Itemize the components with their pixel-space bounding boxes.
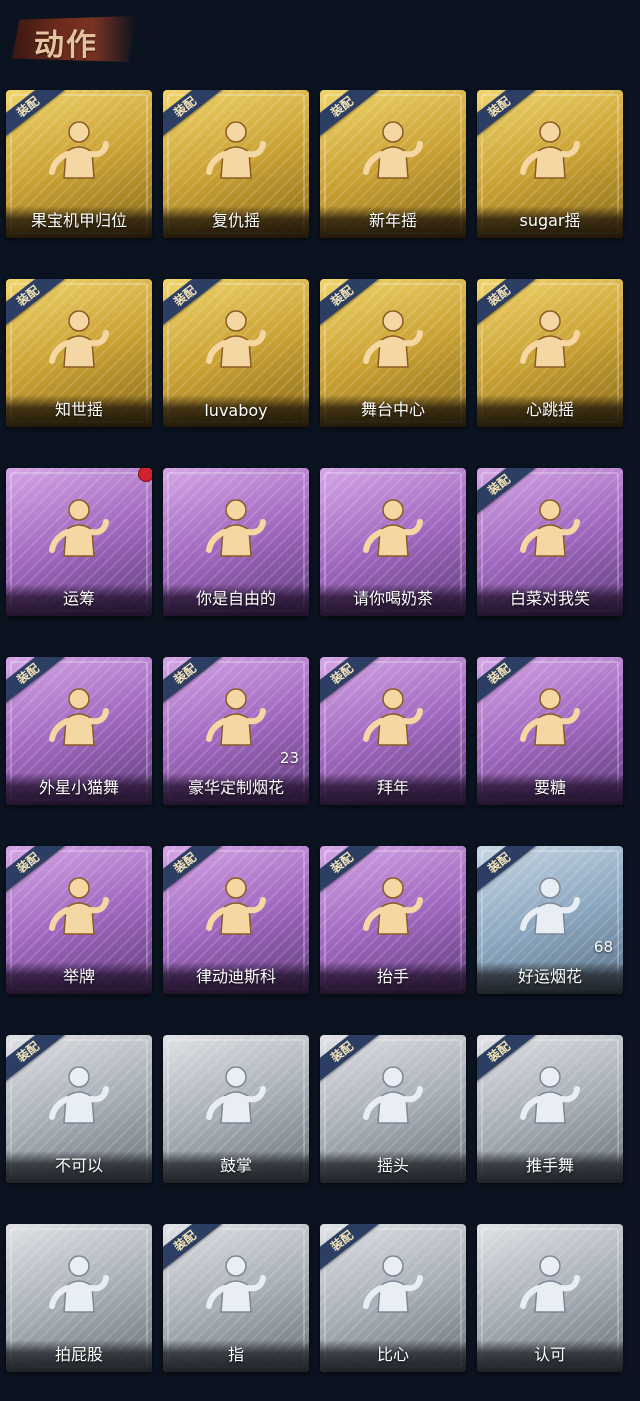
- item-count: 23: [279, 749, 299, 767]
- emote-label: 白菜对我笑: [509, 589, 590, 608]
- disco-icon: [206, 877, 266, 935]
- emote-label: 好运烟花: [517, 967, 582, 986]
- emote-label: 不可以: [54, 1156, 103, 1175]
- music-dance-icon: [49, 310, 109, 368]
- emote-card[interactable]: 律动迪斯科 装配: [163, 846, 309, 994]
- emote-card[interactable]: 要糖 装配: [477, 657, 623, 805]
- emote-card[interactable]: 请你喝奶茶: [320, 468, 466, 616]
- emote-label: 心跳摇: [525, 400, 574, 419]
- emote-card[interactable]: 抬手 装配: [320, 846, 466, 994]
- emote-card[interactable]: 推手舞 装配: [477, 1035, 623, 1183]
- emote-card[interactable]: 比心 装配: [320, 1224, 466, 1372]
- emote-card[interactable]: 白菜对我笑 装配: [477, 468, 623, 616]
- emote-card[interactable]: 认可: [477, 1224, 623, 1372]
- finger-heart-icon: [363, 1255, 423, 1313]
- emote-card[interactable]: 摇头 装配: [320, 1035, 466, 1183]
- hold-sign-icon: [49, 877, 109, 935]
- fireworks-icon: [206, 688, 266, 746]
- point-up-dance-icon: [206, 121, 266, 179]
- emote-card[interactable]: 运筹: [6, 468, 152, 616]
- emote-label: 豪华定制烟花: [187, 778, 284, 797]
- thumbs-up-icon: [520, 1255, 580, 1313]
- shake-head-icon: [363, 1066, 423, 1124]
- emote-card[interactable]: 心跳摇 装配: [477, 279, 623, 427]
- cabbage-smile-icon: [520, 499, 580, 557]
- strategist-fan-icon: [49, 499, 109, 557]
- emote-label: 摇头: [376, 1156, 409, 1175]
- emote-label: 拍屁股: [54, 1345, 103, 1364]
- item-count: 68: [593, 938, 613, 956]
- emote-label: luvaboy: [204, 401, 268, 420]
- cross-arm-dance-icon: [206, 310, 266, 368]
- emote-label: 抬手: [376, 967, 409, 986]
- emote-card[interactable]: 新年摇 装配: [320, 90, 466, 238]
- emote-card[interactable]: 拍屁股: [6, 1224, 152, 1372]
- emote-card[interactable]: 豪华定制烟花 装配 23: [163, 657, 309, 805]
- emote-label: 鼓掌: [219, 1156, 252, 1175]
- point-icon: [206, 1255, 266, 1313]
- emote-label: 指: [227, 1345, 244, 1364]
- emote-label: 请你喝奶茶: [352, 589, 433, 608]
- emote-label: 推手舞: [525, 1156, 574, 1175]
- wag-finger-icon: [49, 1066, 109, 1124]
- free-puppet-icon: [206, 499, 266, 557]
- emote-card[interactable]: 舞台中心 装配: [320, 279, 466, 427]
- emote-label: 律动迪斯科: [195, 967, 276, 986]
- emote-label: sugar摇: [519, 211, 581, 230]
- emote-label: 要糖: [533, 778, 566, 797]
- emote-label: 认可: [533, 1345, 566, 1364]
- notification-dot: [138, 468, 152, 482]
- milk-tea-sign-icon: [363, 499, 423, 557]
- emote-label: 比心: [376, 1345, 409, 1364]
- emote-label: 举牌: [62, 967, 95, 986]
- push-hand-dance-icon: [520, 1066, 580, 1124]
- emote-card[interactable]: luvaboy 装配: [163, 279, 309, 427]
- emote-card[interactable]: sugar摇 装配: [477, 90, 623, 238]
- emote-label: 外星小猫舞: [38, 778, 119, 797]
- clap-dance-icon: [363, 121, 423, 179]
- emote-label: 运筹: [62, 589, 95, 608]
- emote-card[interactable]: 拜年 装配: [320, 657, 466, 805]
- emote-label: 新年摇: [368, 211, 417, 230]
- ask-candy-icon: [520, 688, 580, 746]
- page-title: 动作: [34, 28, 98, 63]
- emote-grid: 果宝机甲归位 装配 复仇摇 装配 新年摇 装配 sugar摇 装配知世摇 装配 luvaboy 装配…: [6, 90, 634, 1372]
- emote-card[interactable]: 复仇摇 装配: [163, 90, 309, 238]
- slap-butt-icon: [49, 1255, 109, 1313]
- emote-label: 知世摇: [54, 400, 103, 419]
- emote-label: 复仇摇: [211, 211, 260, 230]
- bow-greeting-icon: [363, 688, 423, 746]
- emote-card[interactable]: 不可以 装配: [6, 1035, 152, 1183]
- emote-label: 拜年: [376, 778, 409, 797]
- emote-card[interactable]: 好运烟花 装配 68: [477, 846, 623, 994]
- emote-card[interactable]: 举牌 装配: [6, 846, 152, 994]
- emote-card[interactable]: 外星小猫舞 装配: [6, 657, 152, 805]
- emote-label: 你是自由的: [195, 589, 276, 608]
- emote-label: 舞台中心: [360, 400, 425, 419]
- heartbeat-dance-icon: [520, 310, 580, 368]
- alien-cat-dance-icon: [49, 688, 109, 746]
- emote-card[interactable]: 你是自由的: [163, 468, 309, 616]
- emote-card[interactable]: 知世摇 装配: [6, 279, 152, 427]
- lucky-firework-icon: [520, 877, 580, 935]
- dance-pose-icon: [49, 121, 109, 179]
- emote-card[interactable]: 果宝机甲归位 装配: [6, 90, 152, 238]
- emote-card[interactable]: 指装配: [163, 1224, 309, 1372]
- emote-card[interactable]: 鼓掌: [163, 1035, 309, 1183]
- stage-pose-icon: [363, 310, 423, 368]
- header: 动作: [0, 0, 640, 80]
- sway-dance-icon: [520, 121, 580, 179]
- raise-hand-icon: [363, 877, 423, 935]
- applause-icon: [206, 1066, 266, 1124]
- emote-label: 果宝机甲归位: [30, 211, 127, 230]
